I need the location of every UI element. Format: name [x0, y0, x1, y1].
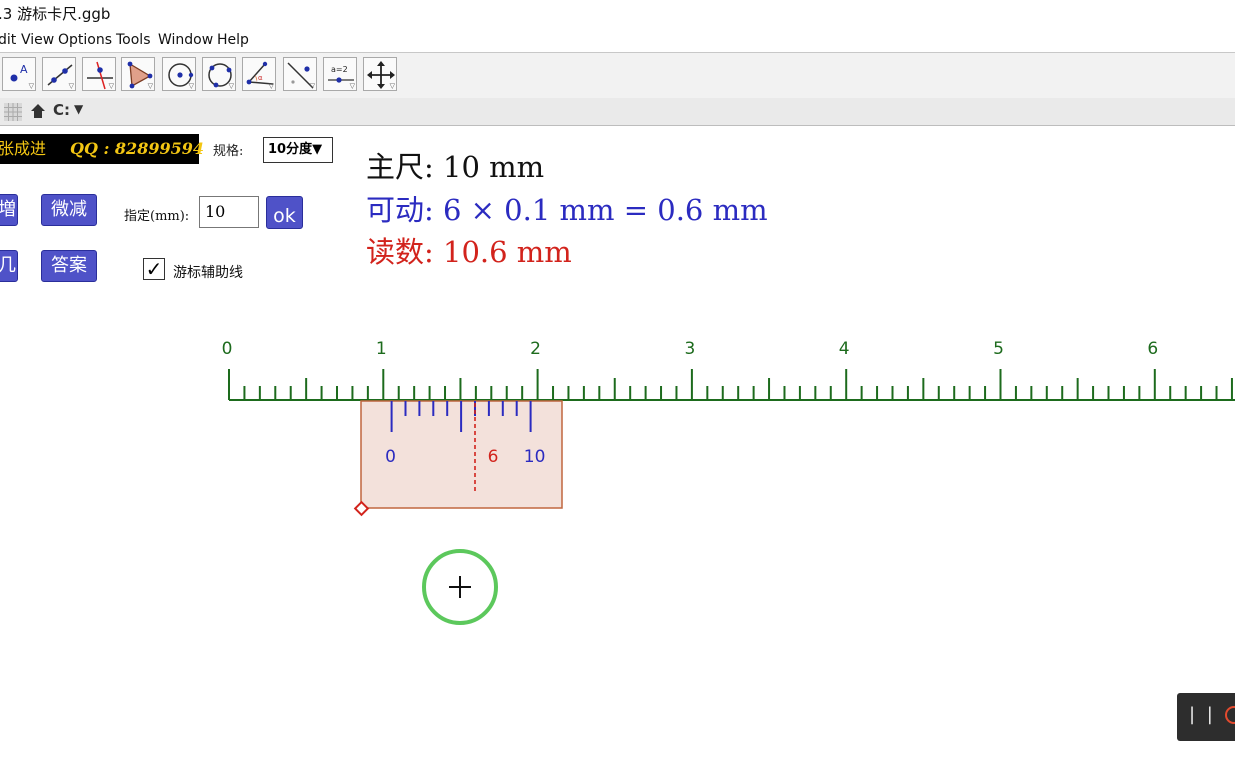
main-scale-label: 5 — [993, 339, 1004, 359]
main-scale-label: 4 — [839, 339, 850, 359]
stop-icon[interactable] — [1225, 706, 1235, 724]
vernier-label-aligned: 6 — [488, 447, 499, 467]
move-button[interactable] — [422, 549, 498, 625]
main-scale: 0 1 2 3 4 5 6 — [222, 339, 1235, 401]
vernier-label-10: 10 — [524, 447, 546, 467]
pause-icon[interactable]: | | — [1189, 704, 1216, 725]
main-scale-label: 6 — [1147, 339, 1158, 359]
main-scale-label: 1 — [376, 339, 387, 359]
vernier-scale[interactable]: 0 6 10 — [353, 400, 563, 517]
vernier-label-0: 0 — [385, 447, 396, 467]
recording-control[interactable]: | | — [1177, 693, 1235, 741]
main-scale-label: 0 — [222, 339, 233, 359]
main-scale-label: 2 — [530, 339, 541, 359]
caliper-canvas: 0 1 2 3 4 5 6 0 6 10 — [222, 339, 1235, 625]
main-scale-label: 3 — [684, 339, 695, 359]
